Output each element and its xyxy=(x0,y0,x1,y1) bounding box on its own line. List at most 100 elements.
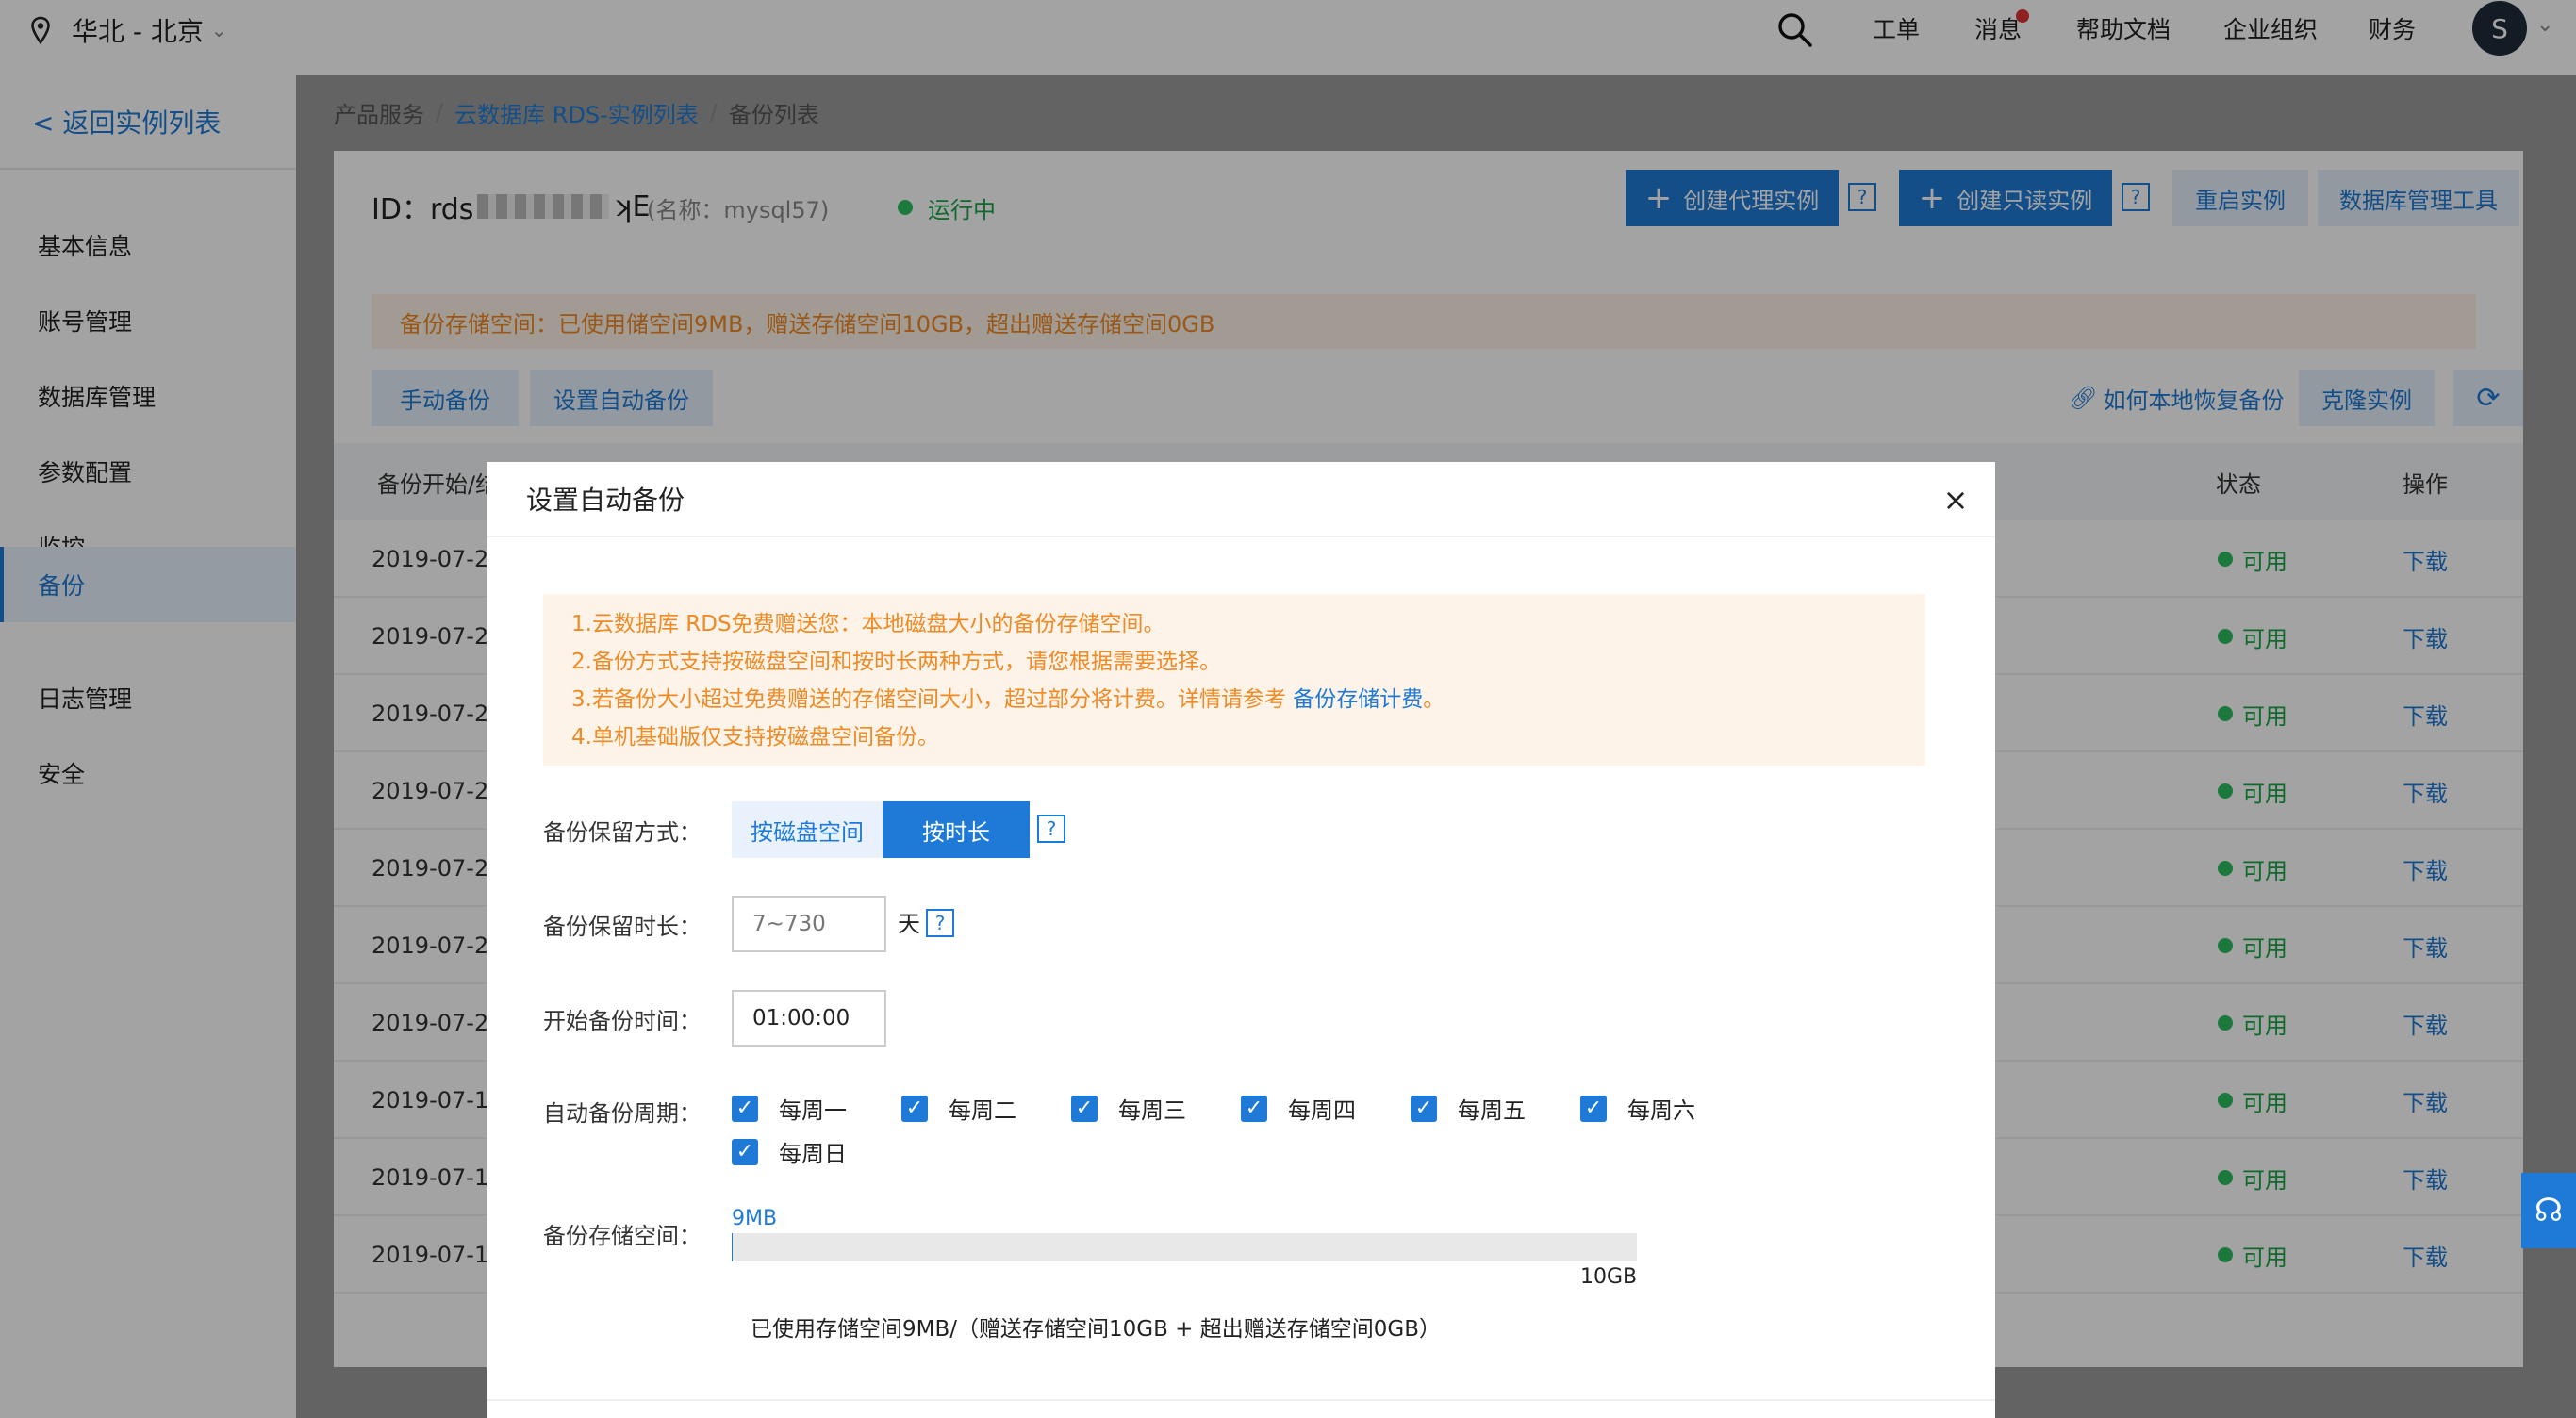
sidebar-item-basic-info[interactable]: 基本信息 xyxy=(0,207,296,283)
checkbox-checked-icon: ✓ xyxy=(1071,1095,1098,1122)
storage-progress-bar xyxy=(732,1233,1637,1261)
row-date: 2019-07-2 xyxy=(372,855,489,882)
nav-messages-label: 消息 xyxy=(1974,16,2023,43)
chevron-down-icon[interactable]: ⌄ xyxy=(2536,13,2553,37)
checkbox-label: 每周三 xyxy=(1118,1097,1186,1124)
row-status-text: 可用 xyxy=(2242,1166,2287,1194)
row-date: 2019-07-17 xyxy=(372,1242,504,1268)
create-proxy-button[interactable]: + 创建代理实例 xyxy=(1626,170,1839,226)
checkbox-friday[interactable]: ✓ 每周五 xyxy=(1411,1092,1526,1125)
row-status: 可用 xyxy=(2218,984,2287,1062)
checkbox-label: 每周一 xyxy=(779,1097,847,1124)
checkbox-sunday[interactable]: ✓ 每周日 xyxy=(732,1135,847,1168)
row-status: 可用 xyxy=(2218,752,2287,830)
row-date: 2019-07-2 xyxy=(372,932,489,959)
row-date: 2019-07-19 xyxy=(372,1087,504,1113)
close-icon[interactable]: × xyxy=(1935,479,1976,520)
nav-messages[interactable]: 消息 xyxy=(1974,0,2022,57)
breadcrumb-root: 产品服务 xyxy=(334,101,424,128)
howto-restore-link[interactable]: 🔗︎ 如何本地恢复备份 xyxy=(2069,370,2284,426)
create-readonly-button[interactable]: + 创建只读实例 xyxy=(1899,170,2112,226)
tip-line-text: 3.若备份大小超过免费赠送的存储空间大小，超过部分将计费。详情请参考 xyxy=(571,687,1294,712)
row-status: 可用 xyxy=(2218,1062,2287,1139)
sidebar-item-params[interactable]: 参数配置 xyxy=(0,434,296,509)
checkbox-label: 每周六 xyxy=(1627,1097,1695,1124)
storage-billing-link[interactable]: 备份存储计费 xyxy=(1293,687,1423,712)
status-badge: 运行中 xyxy=(898,189,996,226)
download-link[interactable]: 下载 xyxy=(2403,907,2448,984)
checkbox-tuesday[interactable]: ✓ 每周二 xyxy=(901,1092,1016,1125)
sidebar-item-security[interactable]: 安全 xyxy=(0,735,296,811)
status-dot-icon xyxy=(2218,1247,2233,1262)
download-link[interactable]: 下载 xyxy=(2403,675,2448,752)
status-dot-icon xyxy=(2218,1015,2233,1031)
db-tool-button[interactable]: 数据库管理工具 xyxy=(2318,170,2519,226)
row-status-text: 可用 xyxy=(2242,1089,2287,1116)
help-icon[interactable]: ? xyxy=(926,909,954,937)
back-to-instance-list[interactable]: < 返回实例列表 xyxy=(0,75,296,170)
refresh-icon[interactable]: ⟳ xyxy=(2453,370,2523,426)
dialog-footer-divider xyxy=(487,1399,1995,1401)
instance-id-suffix: ʞE xyxy=(613,190,651,223)
checkbox-checked-icon: ✓ xyxy=(732,1138,758,1165)
download-link[interactable]: 下载 xyxy=(2403,984,2448,1062)
avatar[interactable]: S xyxy=(2472,1,2527,56)
create-proxy-label: 创建代理实例 xyxy=(1683,187,1820,214)
breadcrumb-instance-list[interactable]: 云数据库 RDS-实例列表 xyxy=(454,96,699,129)
region-selector[interactable]: 华北 - 北京 ⌄ xyxy=(30,0,227,60)
sidebar-item-backup[interactable]: 备份 xyxy=(0,547,296,622)
auto-backup-button[interactable]: 设置自动备份 xyxy=(530,370,713,426)
tip-line: 4.单机基础版仅支持按磁盘空间备份。 xyxy=(571,725,939,750)
header-op: 操作 xyxy=(2403,470,2448,498)
sidebar-item-accounts[interactable]: 账号管理 xyxy=(0,283,296,358)
checkbox-monday[interactable]: ✓ 每周一 xyxy=(732,1092,847,1125)
start-time-input[interactable]: 01:00:00 xyxy=(732,990,886,1047)
restart-button[interactable]: 重启实例 xyxy=(2172,170,2308,226)
download-link[interactable]: 下载 xyxy=(2403,598,2448,675)
checkbox-checked-icon: ✓ xyxy=(1580,1095,1607,1122)
checkbox-thursday[interactable]: ✓ 每周四 xyxy=(1241,1092,1356,1125)
storage-used: 9MB xyxy=(732,1207,778,1230)
storage-notice: 备份存储空间：已使用储空间9MB，赠送存储空间10GB，超出赠送存储空间0GB xyxy=(372,294,2476,349)
retention-by-time[interactable]: 按时长 xyxy=(883,801,1030,858)
instance-id: ID：rds ʞE xyxy=(372,183,650,230)
help-icon[interactable]: ? xyxy=(2122,183,2150,211)
status-dot-icon xyxy=(2218,938,2233,953)
clone-instance-button[interactable]: 克隆实例 xyxy=(2299,370,2435,426)
retention-by-disk[interactable]: 按磁盘空间 xyxy=(732,801,883,858)
sidebar-item-logs[interactable]: 日志管理 xyxy=(0,660,296,735)
sidebar-item-databases[interactable]: 数据库管理 xyxy=(0,358,296,434)
download-link[interactable]: 下载 xyxy=(2403,520,2448,598)
download-link[interactable]: 下载 xyxy=(2403,752,2448,830)
checkbox-saturday[interactable]: ✓ 每周六 xyxy=(1580,1092,1695,1125)
redacted-block xyxy=(477,194,610,219)
chevron-down-icon: ⌄ xyxy=(210,19,227,41)
nav-ticket[interactable]: 工单 xyxy=(1873,0,1920,57)
header-start-time: 备份开始/结 xyxy=(377,470,499,498)
row-date: 2019-07-2 xyxy=(372,701,489,727)
download-link[interactable]: 下载 xyxy=(2403,1216,2448,1294)
download-link[interactable]: 下载 xyxy=(2403,1062,2448,1139)
row-status: 可用 xyxy=(2218,598,2287,675)
search-icon[interactable] xyxy=(1776,11,1814,49)
support-headset-icon[interactable]: ☊ xyxy=(2521,1173,2576,1248)
download-link[interactable]: 下载 xyxy=(2403,830,2448,907)
nav-finance[interactable]: 财务 xyxy=(2369,0,2416,57)
days-unit: 天 xyxy=(898,911,920,937)
row-status-text: 可用 xyxy=(2242,625,2287,652)
plus-icon: + xyxy=(1918,179,1946,217)
manual-backup-button[interactable]: 手动备份 xyxy=(372,370,519,426)
nav-org[interactable]: 企业组织 xyxy=(2223,0,2318,57)
download-link[interactable]: 下载 xyxy=(2403,1139,2448,1216)
help-icon[interactable]: ? xyxy=(1848,183,1876,211)
checkbox-label: 每周二 xyxy=(949,1097,1016,1124)
row-status-text: 可用 xyxy=(2242,780,2287,807)
nav-help[interactable]: 帮助文档 xyxy=(2076,0,2171,57)
status-dot-icon xyxy=(2218,1170,2233,1185)
checkbox-wednesday[interactable]: ✓ 每周三 xyxy=(1071,1092,1186,1125)
row-status: 可用 xyxy=(2218,830,2287,907)
help-icon[interactable]: ? xyxy=(1037,815,1065,843)
checkbox-label: 每周日 xyxy=(779,1141,847,1167)
status-dot-icon xyxy=(2218,629,2233,644)
retention-days-input[interactable] xyxy=(732,896,886,952)
